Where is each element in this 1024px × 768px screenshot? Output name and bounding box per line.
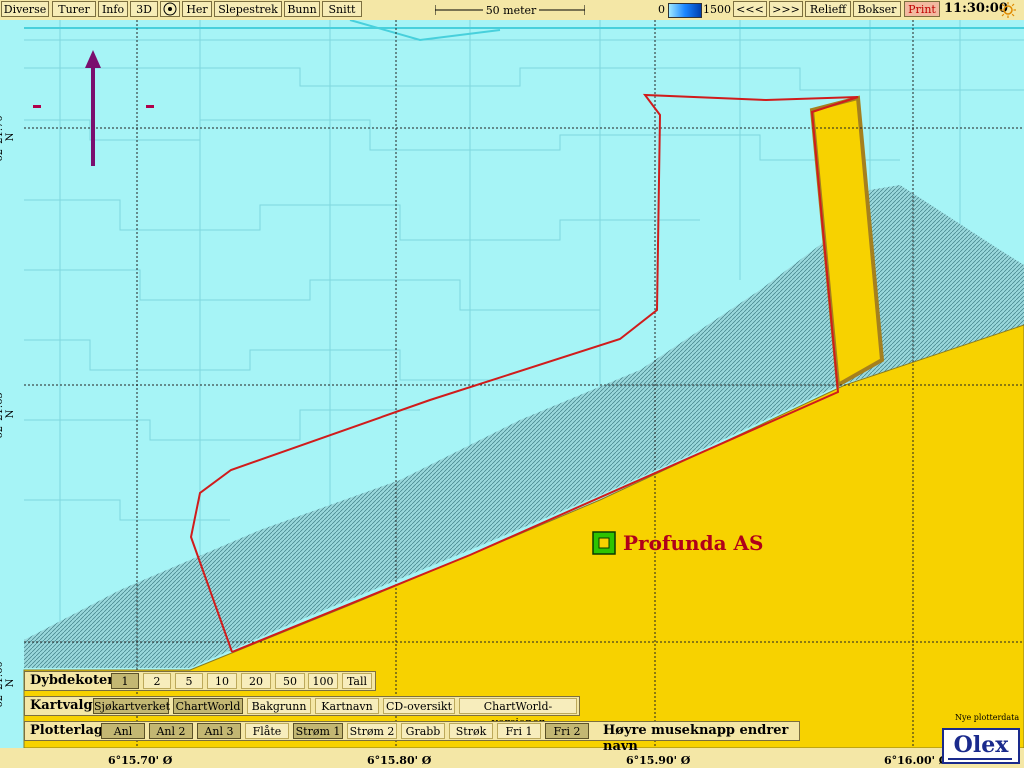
kartnavn-button[interactable]: Kartnavn xyxy=(315,698,379,714)
fri2-button[interactable]: Fri 2 xyxy=(545,723,589,739)
sjokartverket-button[interactable]: Sjøkartverket xyxy=(93,698,170,714)
panel-label: Plotterlag xyxy=(30,723,103,738)
olex-logo-underline xyxy=(948,758,1012,760)
scale-label: 50 meter xyxy=(486,4,537,17)
snitt-button[interactable]: Snitt xyxy=(322,1,362,17)
new-plotter-data-label: Nye plotterdata xyxy=(955,713,1020,722)
sun-icon[interactable] xyxy=(1000,2,1016,18)
depth-20-button[interactable]: 20 xyxy=(241,673,271,689)
lat-label: 62°21.65' N xyxy=(0,389,16,439)
chart-select-panel: Kartvalg Sjøkartverket ChartWorld Bakgru… xyxy=(24,696,580,729)
3d-button[interactable]: 3D xyxy=(130,1,158,17)
strok-button[interactable]: Strøk xyxy=(449,723,493,739)
lon-label: 6°16.00' Ø xyxy=(884,754,949,767)
strom2-button[interactable]: Strøm 2 xyxy=(347,723,397,739)
panel-label: Dybdekoter xyxy=(30,673,115,688)
cd-oversikt-button[interactable]: CD-oversikt xyxy=(383,698,455,714)
depth-min-label: 0 xyxy=(658,3,665,16)
scale-bar: 50 meter xyxy=(435,3,585,17)
depth-10-button[interactable]: 10 xyxy=(207,673,237,689)
lon-label: 6°15.70' Ø xyxy=(108,754,173,767)
fri1-button[interactable]: Fri 1 xyxy=(497,723,541,739)
slepestrek-button[interactable]: Slepestrek xyxy=(214,1,282,17)
chartworld-button[interactable]: ChartWorld xyxy=(173,698,243,714)
strom1-button[interactable]: Strøm 1 xyxy=(293,723,343,739)
depth-gradient xyxy=(668,3,702,18)
depth-50-button[interactable]: 50 xyxy=(275,673,305,689)
boxes-button[interactable]: Bokser xyxy=(853,1,901,17)
print-button[interactable]: Print xyxy=(904,1,940,17)
depth-100-button[interactable]: 100 xyxy=(308,673,338,689)
chart-map[interactable] xyxy=(0,20,1024,748)
flate-button[interactable]: Flåte xyxy=(245,723,289,739)
turer-button[interactable]: Turer xyxy=(52,1,96,17)
depth-1-button[interactable]: 1 xyxy=(111,673,139,689)
panel-label: Kartvalg xyxy=(30,698,93,713)
profunda-marker-icon xyxy=(592,531,616,555)
grabb-button[interactable]: Grabb xyxy=(401,723,445,739)
lat-label: 62°21.60' N xyxy=(0,658,16,708)
relief-button[interactable]: Relieff xyxy=(805,1,851,17)
diverse-button[interactable]: Diverse xyxy=(1,1,49,17)
next-button[interactable]: >>> xyxy=(769,1,803,17)
depth-max-label: 1500 xyxy=(703,3,731,16)
lat-label: 62°21.70' N xyxy=(0,112,16,162)
anl2-button[interactable]: Anl 2 xyxy=(149,723,193,739)
rename-hint: Høyre museknapp endrer navn xyxy=(603,723,789,754)
lon-label: 6°15.80' Ø xyxy=(367,754,432,767)
info-button[interactable]: Info xyxy=(98,1,128,17)
plotter-layers-panel: Plotterlag Anl Anl 2 Anl 3 Flåte Strøm 1… xyxy=(24,721,800,754)
prev-button[interactable]: <<< xyxy=(733,1,767,17)
anl3-button[interactable]: Anl 3 xyxy=(197,723,241,739)
anl-button[interactable]: Anl xyxy=(101,723,145,739)
place-label: Profunda AS xyxy=(623,531,764,555)
depth-2-button[interactable]: 2 xyxy=(143,673,171,689)
depth-5-button[interactable]: 5 xyxy=(175,673,203,689)
target-icon[interactable] xyxy=(160,1,180,17)
her-button[interactable]: Her xyxy=(182,1,212,17)
lon-label: 6°15.90' Ø xyxy=(626,754,691,767)
depth-tall-button[interactable]: Tall xyxy=(342,673,372,689)
bakgrunn-button[interactable]: Bakgrunn xyxy=(247,698,311,714)
depth-contours-panel: Dybdekoter 1 2 5 10 20 50 100 Tall xyxy=(24,671,376,691)
bunn-button[interactable]: Bunn xyxy=(284,1,320,17)
top-toolbar: Diverse Turer Info 3D Her Slepestrek Bun… xyxy=(0,0,1024,21)
clock: 11:30:00 xyxy=(944,1,1008,16)
chartworld-versjoner-button[interactable]: ChartWorld-versjoner xyxy=(459,698,577,729)
